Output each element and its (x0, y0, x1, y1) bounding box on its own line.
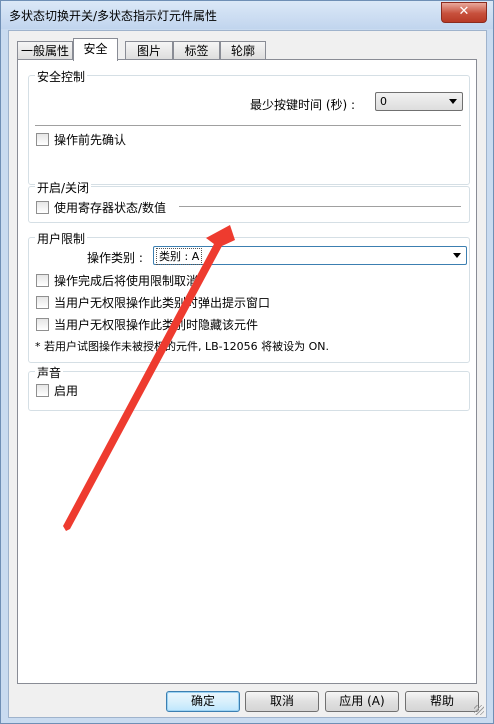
dropdown-arrow-icon (453, 253, 461, 258)
apply-button[interactable]: 应用 (A) (325, 691, 399, 712)
resize-grip-icon[interactable] (474, 705, 484, 715)
cancel-button-label: 取消 (269, 694, 294, 708)
hide-element-label: 当用户无权限操作此类别时隐藏该元件 (54, 318, 259, 332)
help-button-label: 帮助 (429, 694, 454, 708)
security-control-group: 安全控制 最少按键时间 (秒) : 0 操作前先确认 (28, 68, 470, 185)
user-restriction-legend: 用户限制 (35, 230, 88, 247)
window-title: 多状态切换开关/多状态指示灯元件属性 (9, 9, 218, 23)
popup-notice-label: 当用户无权限操作此类别时弹出提示窗口 (54, 296, 271, 310)
ok-button-label: 确定 (190, 694, 215, 708)
tab-label[interactable]: 标签 (173, 41, 220, 60)
sound-enable-label: 启用 (54, 384, 79, 398)
popup-notice-checkbox[interactable]: 当用户无权限操作此类别时弹出提示窗口 (36, 294, 270, 311)
operation-category-value: 类别 : A (156, 248, 203, 265)
tab-general-label: 一般属性 (20, 44, 69, 58)
checkbox-box[interactable] (36, 384, 49, 397)
tab-picture-label: 图片 (136, 44, 161, 58)
cancel-restriction-label: 操作完成后将使用限制取消 (54, 274, 199, 288)
ok-button[interactable]: 确定 (166, 691, 240, 712)
confirm-before-operate-label: 操作前先确认 (54, 133, 127, 147)
use-register-label: 使用寄存器状态/数值 (54, 201, 167, 215)
tab-security-label: 安全 (83, 42, 108, 56)
min-press-time-label: 最少按键时间 (秒) : (250, 98, 356, 112)
cancel-button[interactable]: 取消 (245, 691, 319, 712)
use-register-checkbox[interactable]: 使用寄存器状态/数值 (36, 199, 166, 216)
sound-enable-checkbox[interactable]: 启用 (36, 382, 78, 399)
divider (179, 206, 461, 208)
tab-label-label: 标签 (184, 44, 209, 58)
apply-button-label: 应用 (A) (339, 694, 385, 708)
checkbox-box[interactable] (36, 133, 49, 146)
tab-picture[interactable]: 图片 (125, 41, 173, 60)
close-button[interactable]: ✕ (441, 2, 487, 23)
properties-dialog: 多状态切换开关/多状态指示灯元件属性 ✕ 一般属性 安全 图片 标签 轮廓 安全… (0, 0, 494, 724)
checkbox-box[interactable] (36, 274, 49, 287)
dialog-client-area: 一般属性 安全 图片 标签 轮廓 安全控制 最少按键时间 (秒) : 0 操作前… (8, 30, 487, 718)
help-button[interactable]: 帮助 (405, 691, 479, 712)
tab-security[interactable]: 安全 (73, 38, 118, 61)
tab-general[interactable]: 一般属性 (17, 41, 73, 60)
dropdown-arrow-icon (449, 99, 457, 104)
close-icon: ✕ (458, 4, 470, 19)
checkbox-box[interactable] (36, 318, 49, 331)
toggle-legend: 开启/关闭 (35, 179, 92, 196)
user-restriction-group: 用户限制 操作类别 : 类别 : A 操作完成后将使用限制取消 当用户无权限操作… (28, 230, 470, 363)
sound-group: 声音 启用 (28, 364, 470, 411)
checkbox-box[interactable] (36, 296, 49, 309)
min-press-time-value: 0 (380, 95, 387, 108)
hide-element-checkbox[interactable]: 当用户无权限操作此类别时隐藏该元件 (36, 316, 258, 333)
operation-category-select[interactable]: 类别 : A (153, 246, 467, 265)
confirm-before-operate-checkbox[interactable]: 操作前先确认 (36, 131, 126, 148)
tab-outline-label: 轮廓 (230, 44, 255, 58)
title-bar[interactable]: 多状态切换开关/多状态指示灯元件属性 ✕ (1, 1, 493, 29)
tab-outline[interactable]: 轮廓 (220, 41, 266, 60)
operation-category-label: 操作类别 : (87, 251, 143, 265)
checkbox-box[interactable] (36, 201, 49, 214)
divider (35, 125, 461, 127)
min-press-time-select[interactable]: 0 (375, 92, 463, 111)
authorization-note: * 若用户试图操作未被授权的元件, LB-12056 将被设为 ON. (35, 340, 330, 353)
cancel-restriction-checkbox[interactable]: 操作完成后将使用限制取消 (36, 272, 198, 289)
security-tab-panel: 安全控制 最少按键时间 (秒) : 0 操作前先确认 开启/关闭 使用寄存器状态… (17, 59, 477, 684)
security-control-legend: 安全控制 (35, 68, 88, 85)
sound-legend: 声音 (35, 364, 64, 381)
toggle-group: 开启/关闭 使用寄存器状态/数值 (28, 179, 470, 223)
